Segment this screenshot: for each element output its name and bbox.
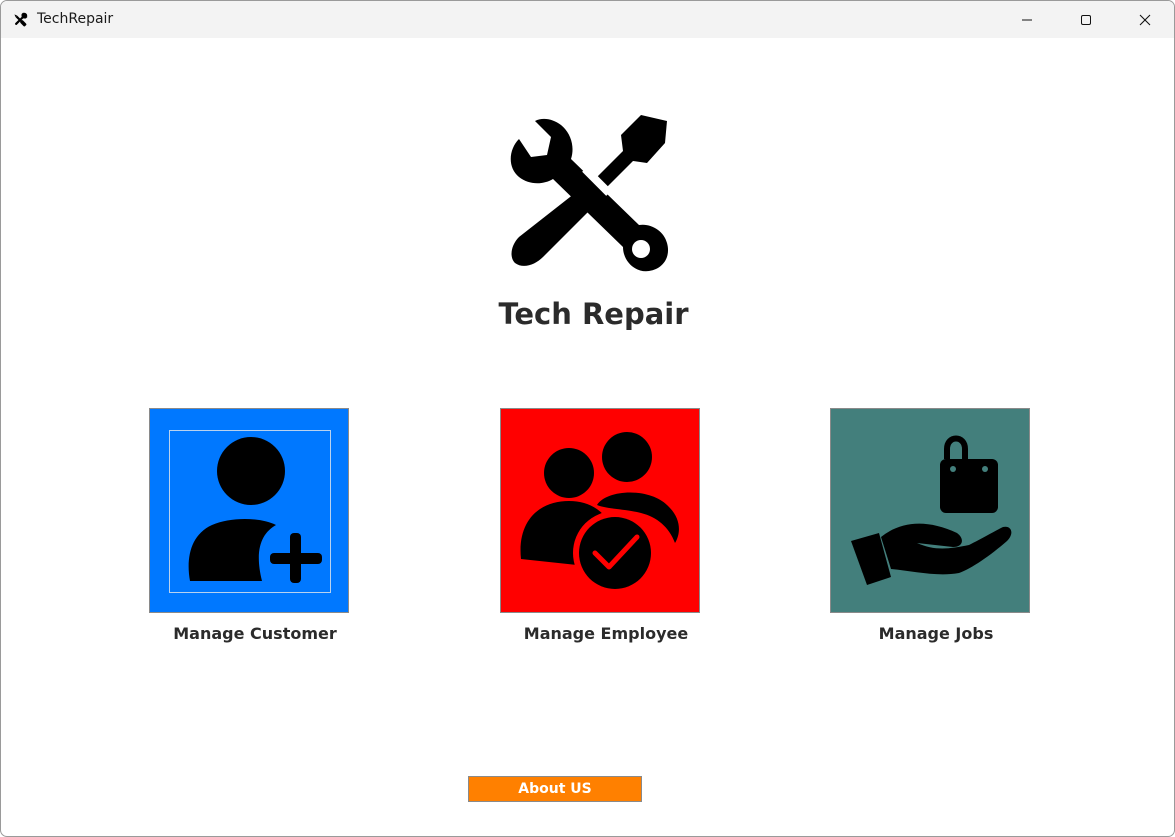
minimize-icon: [1022, 19, 1032, 20]
manage-customer-button[interactable]: [149, 408, 349, 613]
title-bar[interactable]: TechRepair: [1, 1, 1174, 38]
hand-bag-icon: [851, 435, 1012, 585]
about-us-button[interactable]: About US: [468, 776, 642, 802]
window-title: TechRepair: [37, 11, 114, 27]
manage-jobs-button[interactable]: [830, 408, 1030, 613]
manage-employee-button[interactable]: [500, 408, 700, 613]
users-check-icon: [520, 432, 679, 595]
close-button[interactable]: [1116, 1, 1174, 38]
manage-employee-label: Manage Employee: [523, 624, 689, 643]
wrench-screwdriver-icon: [510, 115, 669, 272]
add-user-icon: [188, 437, 322, 583]
manage-jobs-label: Manage Jobs: [878, 624, 994, 643]
manage-customer-label: Manage Customer: [173, 624, 337, 643]
maximize-button[interactable]: [1057, 1, 1115, 38]
tools-icon: [14, 12, 28, 27]
close-icon: [1139, 14, 1151, 25]
app-window: TechRepair Tech Repair Manage Customer M…: [0, 0, 1175, 837]
maximize-icon: [1081, 14, 1091, 25]
minimize-button[interactable]: [998, 1, 1056, 38]
app-title: Tech Repair: [498, 297, 689, 331]
